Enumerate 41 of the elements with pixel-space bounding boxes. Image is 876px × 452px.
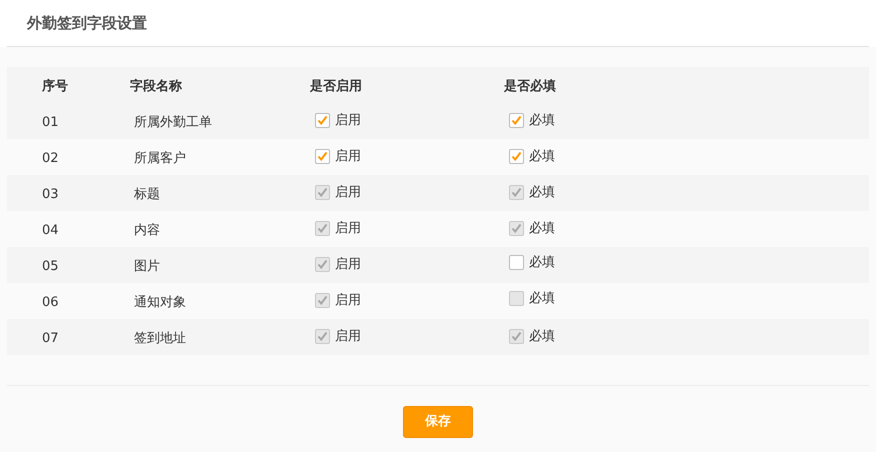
checkbox-option[interactable]: 必填 [509,146,555,166]
column-header: 是否启用 [310,79,362,94]
row-number: 01 [42,115,59,130]
column-header: 是否必填 [504,79,556,94]
field-name: 签到地址 [134,331,186,346]
check-icon [511,151,522,162]
row-number: 05 [42,259,59,274]
row-number: 03 [42,187,59,202]
column-header: 序号 [42,79,68,94]
checkbox[interactable] [315,113,330,128]
checkbox[interactable] [509,255,524,270]
page-title: 外勤签到字段设置 [27,12,147,34]
check-icon [317,151,328,162]
checkbox[interactable] [509,113,524,128]
check-icon [317,115,328,126]
field-name: 图片 [134,259,160,274]
check-icon [317,223,328,234]
check-icon [511,223,522,234]
check-icon [317,331,328,342]
checkbox-option[interactable]: 启用 [315,146,361,166]
check-icon [317,187,328,198]
field-name: 所属客户 [134,151,186,166]
check-icon [511,187,522,198]
row-number: 02 [42,151,59,166]
check-icon [317,259,328,270]
checkbox-option[interactable]: 必填 [509,252,555,272]
row-number: 04 [42,223,59,238]
check-icon [511,331,522,342]
checkbox-option[interactable]: 必填 [509,110,555,130]
checkbox-option[interactable]: 启用 [315,110,361,130]
checkbox[interactable] [509,149,524,164]
column-header: 字段名称 [130,79,182,94]
field-name: 标题 [134,187,160,202]
row-number: 06 [42,295,59,310]
field-name: 所属外勤工单 [134,115,212,130]
checkbox[interactable] [315,149,330,164]
row-number: 07 [42,331,59,346]
field-name: 内容 [134,223,160,238]
field-name: 通知对象 [134,295,186,310]
check-icon [511,115,522,126]
check-icon [317,295,328,306]
